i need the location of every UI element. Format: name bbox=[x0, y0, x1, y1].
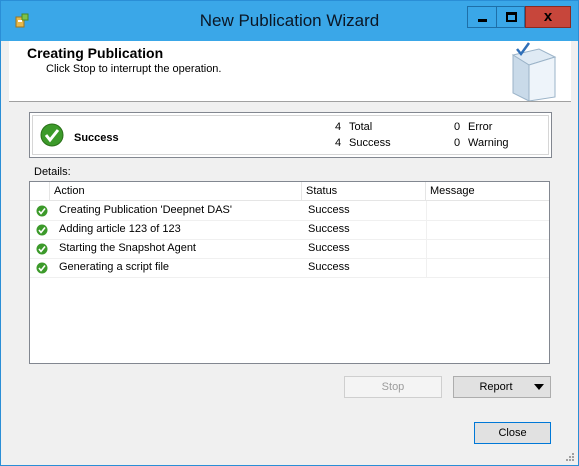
book-icon bbox=[511, 42, 557, 101]
report-button-label: Report bbox=[479, 381, 513, 393]
details-label: Details: bbox=[34, 166, 71, 178]
success-icon bbox=[36, 243, 48, 255]
report-button[interactable]: Report bbox=[453, 376, 551, 398]
title-bar: New Publication Wizard x bbox=[1, 1, 578, 41]
message-column-header[interactable]: Message bbox=[426, 182, 550, 200]
success-icon bbox=[40, 123, 64, 147]
maximize-button[interactable] bbox=[496, 6, 525, 28]
error-label: Error bbox=[468, 121, 493, 133]
table-row[interactable]: Creating Publication 'Deepnet DAS' Succe… bbox=[30, 201, 549, 221]
message-cell bbox=[426, 239, 550, 258]
success-icon bbox=[36, 262, 48, 274]
page-subtitle: Click Stop to interrupt the operation. bbox=[46, 63, 222, 75]
maximize-icon bbox=[506, 12, 517, 22]
status-cell: Success bbox=[308, 242, 350, 254]
close-icon: x bbox=[543, 8, 553, 25]
close-button[interactable]: Close bbox=[474, 422, 551, 444]
table-row[interactable]: Generating a script file Success bbox=[30, 258, 549, 278]
error-count: 0 bbox=[454, 121, 461, 133]
stop-button[interactable]: Stop bbox=[344, 376, 442, 398]
total-count: 4 bbox=[335, 121, 342, 133]
wizard-header: Creating Publication Click Stop to inter… bbox=[9, 41, 571, 102]
action-cell: Adding article 123 of 123 bbox=[59, 223, 181, 235]
resize-grip-icon[interactable] bbox=[565, 452, 575, 462]
status-text: Success bbox=[74, 132, 119, 144]
status-column-header[interactable]: Status bbox=[302, 182, 426, 200]
action-column-header[interactable]: Action bbox=[50, 182, 302, 200]
status-cell: Success bbox=[308, 204, 350, 216]
icon-column-header[interactable] bbox=[30, 182, 50, 200]
message-cell bbox=[426, 258, 550, 277]
status-cell: Success bbox=[308, 223, 350, 235]
table-header: Action Status Message bbox=[30, 182, 549, 201]
minimize-button[interactable] bbox=[467, 6, 496, 28]
total-label: Total bbox=[349, 121, 373, 133]
close-window-button[interactable]: x bbox=[525, 6, 571, 28]
message-cell bbox=[426, 220, 550, 239]
details-table[interactable]: Action Status Message Creating Publicati… bbox=[29, 181, 550, 364]
warning-label: Warning bbox=[468, 137, 509, 149]
status-summary: Success 4 Total 4 Success 0 Error 0 Warn… bbox=[29, 112, 552, 158]
action-cell: Starting the Snapshot Agent bbox=[59, 242, 196, 254]
dropdown-arrow-icon bbox=[534, 384, 544, 390]
table-row[interactable]: Adding article 123 of 123 Success bbox=[30, 220, 549, 240]
message-cell bbox=[426, 201, 550, 220]
page-title: Creating Publication bbox=[27, 45, 164, 61]
action-cell: Creating Publication 'Deepnet DAS' bbox=[59, 204, 232, 216]
wizard-window: New Publication Wizard x Creating Public… bbox=[0, 0, 579, 466]
status-cell: Success bbox=[308, 261, 350, 273]
warning-count: 0 bbox=[454, 137, 461, 149]
success-count: 4 bbox=[335, 137, 342, 149]
minimize-icon bbox=[478, 19, 487, 22]
table-row[interactable]: Starting the Snapshot Agent Success bbox=[30, 239, 549, 259]
success-label: Success bbox=[349, 137, 391, 149]
success-icon bbox=[36, 205, 48, 217]
success-icon bbox=[36, 224, 48, 236]
action-cell: Generating a script file bbox=[59, 261, 170, 273]
